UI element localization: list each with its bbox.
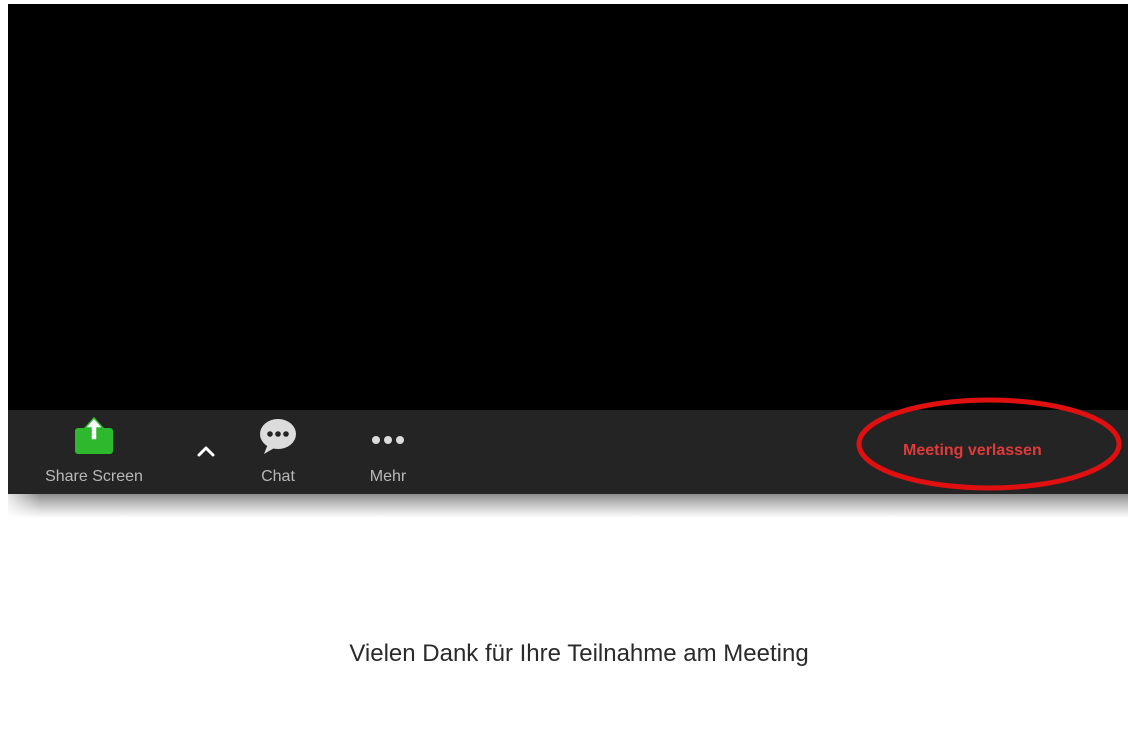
more-label: Mehr	[369, 468, 407, 485]
chat-label: Chat	[261, 468, 295, 485]
share-screen-icon	[72, 416, 116, 461]
chevron-up-icon	[194, 446, 218, 468]
share-screen-button[interactable]: Share Screen	[28, 410, 160, 494]
chat-bubble-icon	[256, 416, 300, 461]
zoom-screen: Share Screen Chat Mehr Meeting verlassen…	[0, 0, 1128, 745]
window-shadow-edge	[0, 494, 40, 518]
video-area	[8, 4, 1128, 410]
more-button[interactable]: Mehr	[358, 410, 418, 494]
more-dots-icon	[366, 416, 410, 461]
meeting-toolbar: Share Screen Chat Mehr Meeting verlassen	[8, 410, 1128, 494]
thank-you-message: Vielen Dank für Ihre Teilnahme am Meetin…	[349, 640, 809, 667]
share-options-caret[interactable]	[194, 440, 218, 464]
share-screen-label: Share Screen	[45, 468, 143, 485]
leave-meeting-button[interactable]: Meeting verlassen	[903, 442, 1042, 466]
chat-button[interactable]: Chat	[248, 410, 308, 494]
window-shadow	[8, 494, 1128, 518]
